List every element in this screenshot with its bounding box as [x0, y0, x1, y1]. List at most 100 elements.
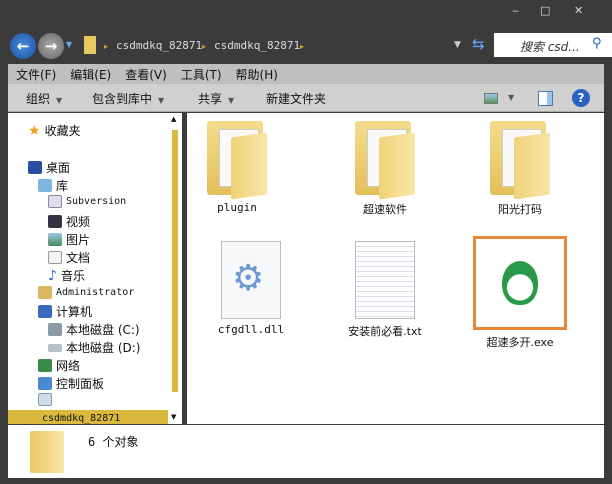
include-label: 包含到库中: [92, 92, 153, 106]
library-icon: [38, 179, 52, 192]
file-name: 超速多开.exe: [486, 336, 554, 349]
nav-label: 库: [56, 179, 69, 193]
computer-icon: [38, 305, 52, 318]
navigation-pane: ★ 收藏夹 桌面 库 Subversion 视频 图片 文档 ♪ 音乐 Admini…: [8, 113, 182, 424]
nav-label: 网络: [56, 359, 81, 373]
nav-label: 计算机: [56, 305, 93, 319]
nav-label: 视频: [66, 215, 91, 229]
breadcrumb-item[interactable]: csdmdkq_82871: [214, 39, 300, 52]
nav-label: 桌面: [46, 161, 71, 175]
nav-music[interactable]: ♪ 音乐: [48, 267, 85, 284]
minimize-button[interactable]: ‒: [512, 4, 519, 17]
menu-file[interactable]: 文件(F): [16, 66, 56, 82]
file-name: 安装前必看.txt: [348, 325, 422, 338]
control-panel-icon: [38, 377, 52, 390]
drive-icon: [48, 343, 62, 352]
nav-video[interactable]: 视频: [48, 213, 90, 230]
menu-edit[interactable]: 编辑(E): [70, 66, 111, 82]
nav-label: Subversion: [66, 196, 127, 207]
view-dropdown-icon[interactable]: ▼: [508, 93, 514, 102]
search-icon[interactable]: ⚲: [592, 36, 602, 51]
organize-button[interactable]: 组织 ▼: [26, 90, 62, 107]
menu-view[interactable]: 查看(V): [125, 66, 167, 82]
app-icon: [502, 261, 538, 305]
nav-pictures[interactable]: 图片: [48, 231, 90, 248]
file-item[interactable]: plugin: [182, 121, 292, 214]
document-icon: [48, 251, 62, 264]
new-folder-button[interactable]: 新建文件夹: [266, 90, 326, 107]
nav-selected-folder[interactable]: csdmdkq_82871: [8, 410, 168, 424]
file-name: 超速软件: [363, 203, 407, 216]
nav-computer[interactable]: 计算机: [38, 303, 92, 320]
nav-administrator[interactable]: Administrator: [38, 286, 134, 299]
chevron-down-icon: ▼: [56, 96, 63, 105]
nav-label: 收藏夹: [44, 124, 81, 138]
file-name: 阳光打码: [498, 203, 542, 216]
user-folder-icon: [38, 286, 52, 299]
folder-icon: [205, 121, 269, 200]
nav-desktop[interactable]: 桌面: [28, 159, 70, 176]
recycle-icon: [38, 393, 52, 406]
video-icon: [48, 215, 62, 228]
view-options-icon[interactable]: [484, 93, 498, 104]
file-item[interactable]: 超速多开.exe: [465, 236, 575, 350]
breadcrumb-item[interactable]: csdmdkq_82871: [116, 39, 202, 52]
address-dropdown-icon[interactable]: ▼: [454, 40, 461, 50]
refresh-icon[interactable]: ⇆: [472, 35, 485, 53]
dll-file-icon: ⚙: [221, 241, 281, 319]
folder-icon: [488, 121, 552, 200]
nav-label: 本地磁盘 (C:): [66, 323, 140, 337]
scroll-down-icon[interactable]: ▼: [171, 413, 176, 421]
folder-icon: [30, 431, 64, 473]
history-dropdown-icon[interactable]: ▼: [66, 40, 72, 49]
nav-label: 本地磁盘 (D:): [66, 341, 141, 355]
star-icon: ★: [28, 122, 41, 139]
nav-label: csdmdkq_82871: [42, 412, 121, 424]
nav-favorites[interactable]: ★ 收藏夹: [28, 122, 81, 139]
drive-icon: [48, 323, 62, 336]
folder-icon: [84, 36, 96, 54]
nav-subversion[interactable]: Subversion: [48, 195, 126, 208]
scroll-up-icon[interactable]: ▲: [171, 115, 176, 123]
highlight-box: [473, 236, 567, 330]
file-list: plugin 超速软件 阳光打码 ⚙ cfgdll.dll 安装前必看.txt …: [187, 113, 604, 424]
menu-tools[interactable]: 工具(T): [181, 66, 222, 82]
nav-label: 图片: [66, 233, 91, 247]
share-button[interactable]: 共享 ▼: [198, 90, 234, 107]
subversion-icon: [48, 195, 62, 208]
organize-label: 组织: [26, 92, 51, 106]
include-in-library-button[interactable]: 包含到库中 ▼: [92, 90, 164, 107]
close-button[interactable]: ✕: [574, 4, 583, 17]
nav-label: 文档: [66, 251, 91, 265]
back-button[interactable]: ←: [10, 33, 36, 59]
network-icon: [38, 359, 52, 372]
nav-label: 音乐: [60, 269, 85, 283]
preview-pane-icon[interactable]: [538, 91, 553, 106]
file-item[interactable]: ⚙ cfgdll.dll: [196, 241, 306, 336]
nav-control-panel[interactable]: 控制面板: [38, 375, 104, 392]
share-label: 共享: [198, 92, 223, 106]
help-icon[interactable]: ?: [572, 89, 590, 107]
nav-network[interactable]: 网络: [38, 357, 80, 374]
maximize-button[interactable]: □: [540, 4, 550, 17]
nav-label: 控制面板: [56, 377, 105, 391]
file-item[interactable]: 阳光打码: [465, 121, 575, 217]
music-icon: ♪: [48, 267, 57, 284]
nav-disk-c[interactable]: 本地磁盘 (C:): [48, 321, 140, 338]
recycle-bin-icon[interactable]: [38, 393, 52, 406]
forward-button[interactable]: →: [38, 33, 64, 59]
folder-icon: [353, 121, 417, 200]
toolbar: 组织 ▼ 包含到库中 ▼ 共享 ▼ 新建文件夹 ▼ ?: [8, 84, 604, 112]
file-name: plugin: [217, 201, 257, 214]
chevron-down-icon: ▼: [158, 96, 165, 105]
menu-help[interactable]: 帮助(H): [236, 66, 278, 82]
nav-disk-d[interactable]: 本地磁盘 (D:): [48, 339, 140, 356]
file-item[interactable]: 安装前必看.txt: [330, 241, 440, 339]
nav-library[interactable]: 库: [38, 177, 68, 194]
pictures-icon: [48, 233, 62, 246]
file-item[interactable]: 超速软件: [330, 121, 440, 217]
nav-documents[interactable]: 文档: [48, 249, 90, 266]
scrollbar-thumb[interactable]: [172, 130, 178, 392]
text-file-icon: [355, 241, 415, 319]
desktop-icon: [28, 161, 42, 174]
